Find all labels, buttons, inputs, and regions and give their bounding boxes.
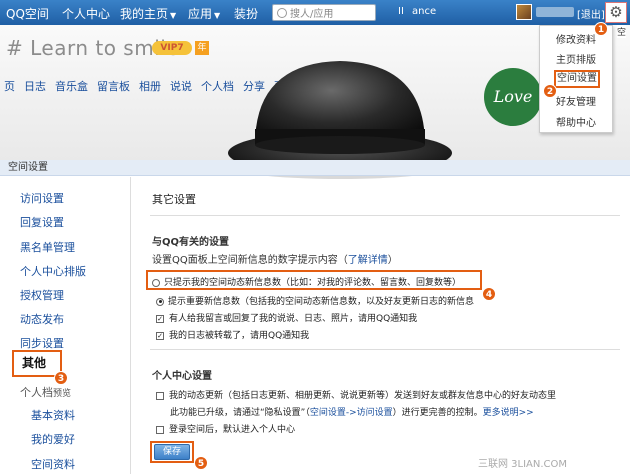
avatar[interactable] <box>516 4 532 20</box>
sidebar-group-profile: 个人档预览 <box>20 386 72 399</box>
personal-section-title: 个人中心设置 <box>152 371 212 382</box>
menu-item-guestbook[interactable]: 留言板 <box>97 80 130 93</box>
radio-icon[interactable] <box>152 278 160 287</box>
radio-icon[interactable] <box>156 297 164 306</box>
radio-important-count[interactable]: 提示重要新信息数（包括我的空间动态新信息数，以及好友更新日志的新信息 <box>156 294 474 307</box>
search-icon <box>277 8 287 18</box>
search-input[interactable]: 搜人/应用 <box>272 4 376 21</box>
space-header: # Learn to smile VIP7 年 页日志 音乐盒 留言板 相册 说说 个人档… <box>0 25 630 179</box>
sidebar-sub-basic[interactable]: 基本资料 <box>31 407 75 423</box>
radio-basic-count[interactable]: 只提示我的空间动态新信息数（比如：对我的评论数、留言数、回复数等） <box>152 275 461 288</box>
checkbox-checked-icon[interactable]: ✓ <box>156 314 164 323</box>
access-settings-link[interactable]: 空间设置->访问设置 <box>310 408 393 418</box>
sidebar-item-layout[interactable]: 个人中心排版 <box>20 263 86 279</box>
sidebar-item-sync[interactable]: 同步设置 <box>20 335 64 351</box>
checkbox-reply-notify[interactable]: ✓ 有人给我留言或回复了我的说说、日志、照片，请用QQ通知我 <box>156 311 417 324</box>
sidebar-item-blacklist[interactable]: 黑名单管理 <box>20 239 75 255</box>
username-blurred <box>536 7 574 17</box>
music-track-text: ance <box>412 6 437 17</box>
dropdown-homepage-layout[interactable]: 主页排版 <box>540 51 612 66</box>
year-badge: 年 <box>195 41 209 55</box>
menu-item-music[interactable]: 音乐盒 <box>55 80 88 93</box>
divider <box>130 177 131 474</box>
checkbox-default-personal-center[interactable]: 登录空间后，默认进入个人中心 <box>156 422 295 435</box>
more-info-link[interactable]: 更多说明>> <box>483 408 534 418</box>
nav-personal-center[interactable]: 个人中心 <box>62 5 110 22</box>
step-marker-5: 5 <box>194 456 208 470</box>
save-button[interactable]: 保存 <box>154 444 190 460</box>
qzone-logo[interactable]: QQ空间 <box>6 5 49 22</box>
chevron-down-icon: ▼ <box>170 11 177 20</box>
section-bar: 空间设置 <box>0 160 630 176</box>
checkbox-feed-update[interactable]: 我的动态更新（包括日志更新、相册更新、说说更新等）发送到好友或群友信息中心的好友… <box>156 388 556 401</box>
menu-item-album[interactable]: 相册 <box>139 80 161 93</box>
gear-tooltip: 空 <box>617 25 627 38</box>
divider <box>150 215 620 216</box>
sidebar-item-feed[interactable]: 动态发布 <box>20 311 64 327</box>
logout-link[interactable]: [退出] <box>577 6 605 21</box>
step-marker-4: 4 <box>482 287 496 301</box>
nav-my-homepage[interactable]: 我的主页 ▼ <box>120 5 176 22</box>
dropdown-space-settings[interactable]: 空间设置 <box>554 70 600 88</box>
top-bar: QQ空间 个人中心 我的主页 ▼ 应用 ▼ 装扮 搜人/应用 II ance [退出… <box>0 0 630 25</box>
divider <box>150 349 620 350</box>
vip-badge[interactable]: VIP7 <box>152 41 192 55</box>
menu-item[interactable]: 页 <box>4 80 15 93</box>
learn-more-link[interactable]: 了解详情 <box>348 255 388 266</box>
settings-sidebar: 访问设置 回复设置 黑名单管理 个人中心排版 授权管理 动态发布 同步设置 其他… <box>0 177 130 474</box>
pause-icon[interactable]: II <box>398 6 404 17</box>
sidebar-sub-space[interactable]: 空间资料 <box>31 456 75 472</box>
upgrade-notice: 此功能已升级，请通过“隐私设置”（空间设置->访问设置）进行更完善的控制。更多说… <box>170 408 534 418</box>
sidebar-item-reply[interactable]: 回复设置 <box>20 214 64 230</box>
menu-item-blog[interactable]: 日志 <box>24 80 46 93</box>
checkbox-repost-notify[interactable]: ✓ 我的日志被转载了，请用QQ通知我 <box>156 328 309 341</box>
sidebar-item-auth[interactable]: 授权管理 <box>20 287 64 303</box>
step-marker-2: 2 <box>543 84 557 98</box>
menu-item-shuoshuo[interactable]: 说说 <box>170 80 192 93</box>
sidebar-item-access[interactable]: 访问设置 <box>20 190 64 206</box>
chevron-down-icon: ▼ <box>214 11 221 20</box>
qq-section-desc: 设置QQ面板上空间新信息的数字提示内容（了解详情） <box>152 255 398 266</box>
gear-icon[interactable]: ⚙ <box>605 2 627 23</box>
step-marker-3: 3 <box>54 371 68 385</box>
nav-apps[interactable]: 应用 ▼ <box>188 5 220 22</box>
checkbox-checked-icon[interactable]: ✓ <box>156 331 164 340</box>
settings-main: 其它设置 与QQ有关的设置 设置QQ面板上空间新信息的数字提示内容（了解详情） … <box>140 177 630 474</box>
checkbox-icon[interactable] <box>156 391 164 400</box>
watermark: 三联网 3LIAN.COM <box>478 459 568 470</box>
love-badge: Love <box>484 68 542 126</box>
dropdown-help-center[interactable]: 帮助中心 <box>540 114 612 129</box>
nav-decorate[interactable]: 装扮 <box>234 5 258 22</box>
settings-dropdown: 修改资料 主页排版 空间设置 好友管理 帮助中心 <box>539 25 613 133</box>
panel-title: 其它设置 <box>152 193 196 206</box>
checkbox-icon[interactable] <box>156 425 164 434</box>
sidebar-sub-hobby[interactable]: 我的爱好 <box>31 431 75 447</box>
step-marker-1: 1 <box>594 22 608 36</box>
qq-section-title: 与QQ有关的设置 <box>152 237 230 248</box>
